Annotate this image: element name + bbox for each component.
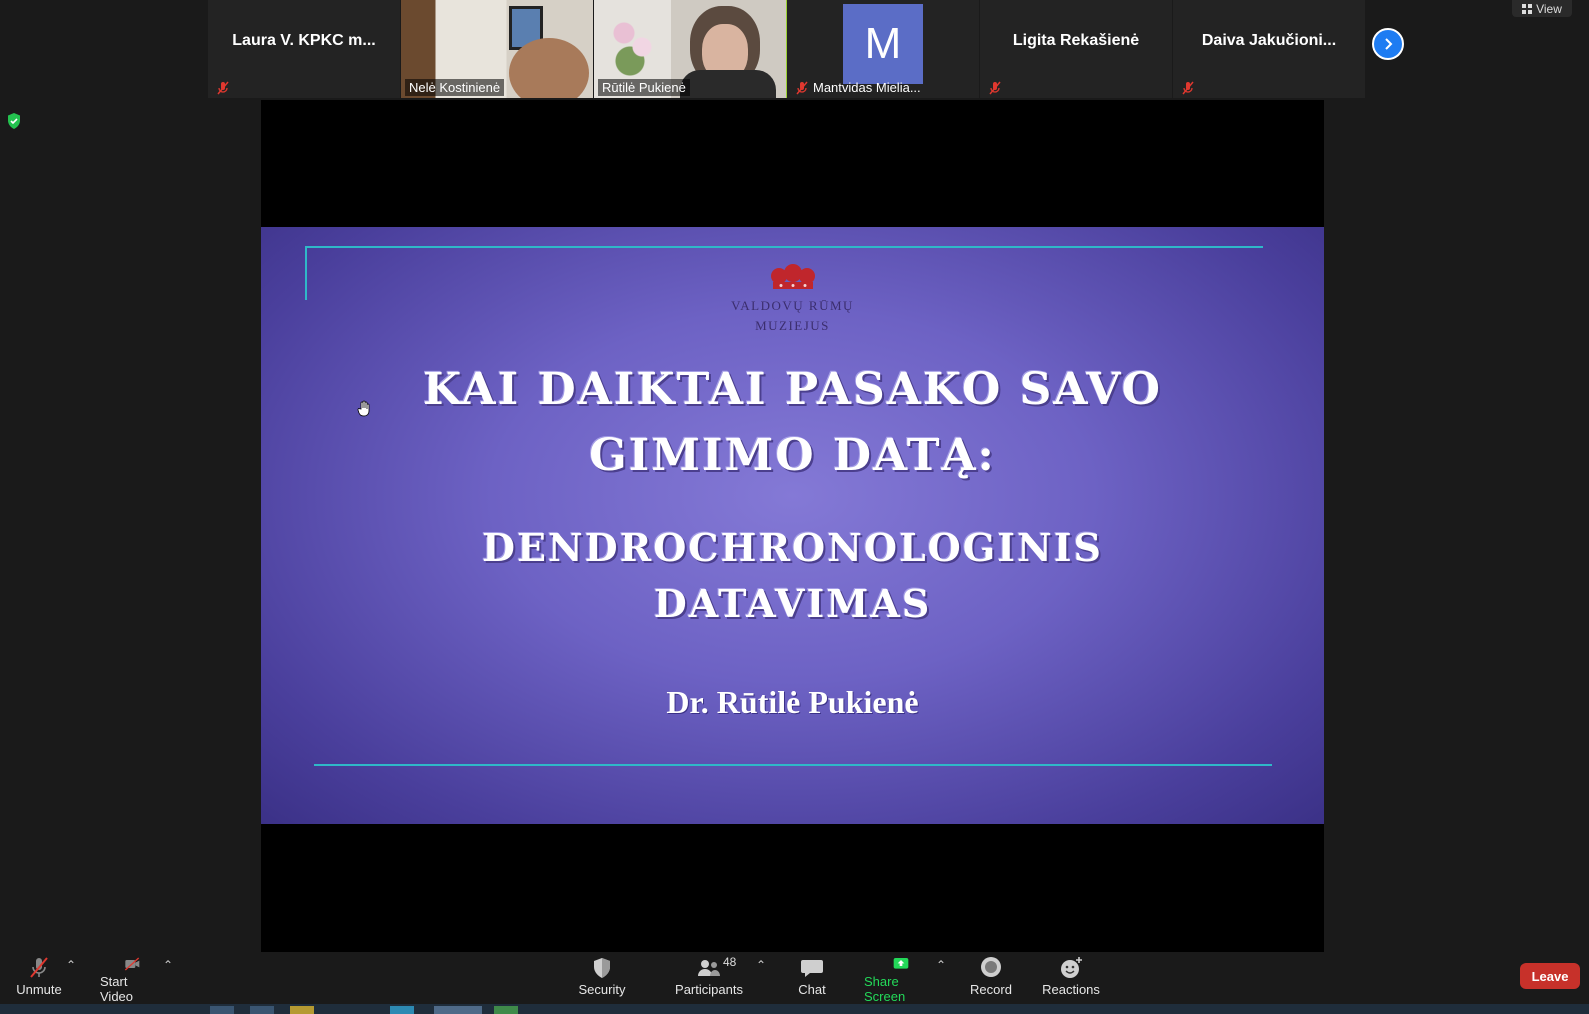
zoom-meeting-window: Laura V. KPKC m... Nelė Kostinienė Rūtil… [0, 0, 1589, 1014]
slide-subtitle: DENDROCHRONOLOGINIS DATAVIMAS [261, 520, 1324, 632]
slide-title-line2: GIMIMO DATĄ: [589, 430, 996, 481]
record-button[interactable]: Record [968, 952, 1014, 1004]
unmute-label: Unmute [16, 982, 62, 997]
meeting-toolbar: Unmute ⌃ Start Video ⌃ Security Particip… [0, 952, 1589, 1004]
slide-subtitle-line2: DATAVIMAS [653, 581, 932, 626]
grid-icon [1522, 3, 1533, 14]
crown-logo-icon [770, 264, 815, 289]
mic-muted-icon [30, 957, 48, 978]
share-screen-icon [893, 958, 909, 969]
reactions-button[interactable]: Reactions [1040, 952, 1102, 1004]
audio-options-caret[interactable]: ⌃ [66, 958, 76, 972]
start-video-label: Start Video [100, 974, 134, 1004]
participant-tile[interactable]: Laura V. KPKC m... [208, 0, 401, 98]
slide-border-bottom [314, 764, 1272, 766]
participant-tile[interactable]: M Mantvidas Mielia... [787, 0, 980, 98]
participant-name: Ligita Rekašienė [1012, 32, 1140, 49]
security-button[interactable]: Security [574, 952, 630, 1004]
participant-label: Nelė Kostinienė [405, 79, 505, 96]
participant-label [984, 80, 1010, 96]
mic-muted-icon [1182, 81, 1194, 95]
share-screen-label: Share Screen [864, 974, 906, 1004]
participant-tile[interactable]: Ligita Rekašienė [980, 0, 1173, 98]
video-off-icon [124, 957, 140, 971]
os-taskbar [0, 1004, 1589, 1014]
taskbar-item[interactable] [290, 1006, 314, 1014]
participant-name: Nelė Kostinienė [409, 80, 501, 95]
participant-label: Rūtilė Pukienė [598, 79, 690, 96]
leave-button[interactable]: Leave [1520, 963, 1580, 989]
participants-count: 48 [723, 955, 737, 969]
participant-label [1177, 80, 1203, 96]
slide-subtitle-line1: DENDROCHRONOLOGINIS [482, 525, 1103, 570]
smiley-plus-icon [1061, 957, 1082, 978]
participant-label: Mantvidas Mielia... [791, 79, 925, 96]
participant-name: Laura V. KPKC m... [232, 32, 376, 49]
participant-label [212, 80, 238, 96]
reactions-label: Reactions [1042, 982, 1100, 997]
view-button[interactable]: View [1512, 0, 1572, 17]
hand-cursor-icon [357, 400, 370, 417]
video-options-caret[interactable]: ⌃ [163, 958, 173, 972]
participant-name: Rūtilė Pukienė [602, 80, 686, 95]
participant-tile[interactable]: Daiva Jakučioni... [1173, 0, 1366, 98]
slide-title-line1: KAI DAIKTAI PASAKO SAVO [422, 364, 1163, 415]
slide-border-top [305, 246, 1263, 248]
share-options-caret[interactable]: ⌃ [936, 958, 946, 972]
chat-label: Chat [798, 982, 826, 997]
logo-text-line2: MUZIEJUS [755, 318, 830, 333]
museum-logo: VALDOVŲ RŪMŲ MUZIEJUS [261, 263, 1324, 336]
mic-muted-icon [989, 81, 1001, 95]
security-label: Security [578, 982, 626, 997]
participants-options-caret[interactable]: ⌃ [756, 958, 766, 972]
participant-name: Mantvidas Mielia... [813, 80, 921, 95]
unmute-button[interactable]: Unmute [14, 952, 64, 1004]
mic-muted-icon [217, 81, 229, 95]
record-icon [981, 957, 1001, 977]
start-video-button[interactable]: Start Video [100, 952, 164, 1004]
avatar: M [843, 4, 923, 84]
slide-title: KAI DAIKTAI PASAKO SAVO GIMIMO DATĄ: [261, 357, 1324, 489]
presentation-slide: VALDOVŲ RŪMŲ MUZIEJUS KAI DAIKTAI PASAKO… [261, 227, 1324, 824]
taskbar-item[interactable] [494, 1006, 518, 1014]
taskbar-item[interactable] [390, 1006, 414, 1014]
chevron-right-icon [1385, 38, 1393, 50]
chat-button[interactable]: Chat [790, 952, 834, 1004]
logo-text-line1: VALDOVŲ RŪMŲ [731, 298, 854, 313]
participants-icon [698, 960, 720, 976]
participant-tile-active-speaker[interactable]: Rūtilė Pukienė [594, 0, 787, 98]
mic-muted-icon [796, 81, 808, 94]
record-label: Record [970, 982, 1012, 997]
participants-label: Participants [675, 982, 743, 997]
share-screen-button[interactable]: Share Screen [864, 952, 938, 1004]
next-page-button[interactable] [1372, 28, 1404, 60]
participant-tile[interactable]: Nelė Kostinienė [401, 0, 594, 98]
shield-icon [594, 958, 610, 978]
slide-author: Dr. Rūtilė Pukienė [666, 684, 919, 720]
chat-bubble-icon [801, 960, 823, 977]
encryption-shield-icon[interactable] [6, 112, 22, 130]
view-label: View [1536, 1, 1562, 16]
participant-strip: Laura V. KPKC m... Nelė Kostinienė Rūtil… [208, 0, 1366, 98]
participant-name: Daiva Jakučioni... [1201, 32, 1337, 49]
shared-screen: VALDOVŲ RŪMŲ MUZIEJUS KAI DAIKTAI PASAKO… [261, 100, 1324, 952]
taskbar-item[interactable] [250, 1006, 274, 1014]
taskbar-item-active[interactable] [434, 1006, 482, 1014]
taskbar-item[interactable] [210, 1006, 234, 1014]
